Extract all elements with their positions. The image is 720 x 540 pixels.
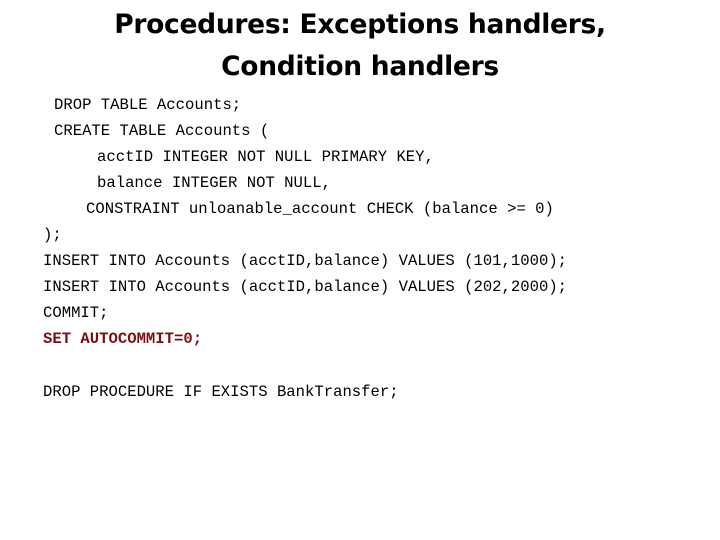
slide-title-line-1: Procedures: Exceptions handlers,: [114, 9, 606, 40]
code-line-insert-202: INSERT INTO Accounts (acctID,balance) VA…: [43, 278, 568, 296]
code-line-insert-101: INSERT INTO Accounts (acctID,balance) VA…: [43, 252, 568, 270]
code-line-drop-table: DROP TABLE Accounts;: [54, 96, 242, 114]
code-line-close-paren: );: [43, 226, 62, 244]
code-line-balance-column: balance INTEGER NOT NULL,: [97, 174, 331, 192]
code-line-constraint: CONSTRAINT unloanable_account CHECK (bal…: [86, 200, 554, 218]
slide-title: Procedures: Exceptions handlers, Conditi…: [0, 4, 720, 88]
code-line-set-autocommit: SET AUTOCOMMIT=0;: [43, 330, 203, 348]
code-line-acctid-column: acctID INTEGER NOT NULL PRIMARY KEY,: [97, 148, 434, 166]
slide-title-line-2: Condition handlers: [221, 51, 499, 82]
code-line-drop-procedure: DROP PROCEDURE IF EXISTS BankTransfer;: [43, 383, 399, 401]
code-line-create-table: CREATE TABLE Accounts (: [54, 122, 270, 140]
code-line-commit: COMMIT;: [43, 304, 109, 322]
